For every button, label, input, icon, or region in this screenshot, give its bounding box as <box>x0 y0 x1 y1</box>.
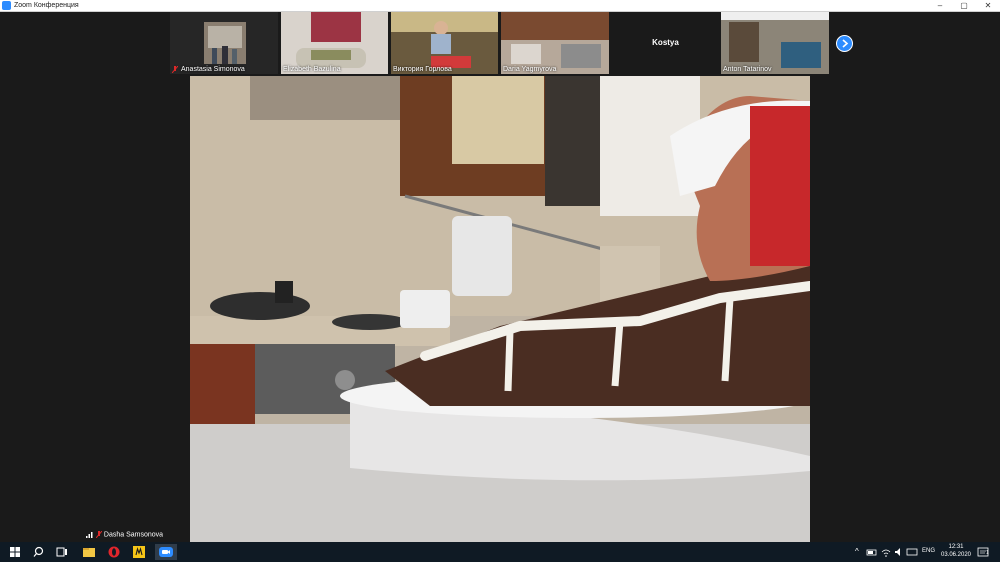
participant-tile-5[interactable]: Kostya <box>612 12 719 74</box>
participant-video-3 <box>391 12 498 74</box>
active-speaker-video <box>190 76 810 542</box>
participant-video-2 <box>281 12 388 74</box>
chevron-right-icon <box>842 39 849 48</box>
participant-name: Daria Yagmyrova <box>503 66 557 73</box>
clock-date[interactable]: 03.06.2020 <box>939 552 973 558</box>
participant-name: Elizabeth Bazulina <box>283 66 341 73</box>
participant-video-6 <box>721 12 829 74</box>
participant-video-1 <box>204 22 246 64</box>
clock-time[interactable]: 12:31 <box>945 544 967 550</box>
zoom-app-icon <box>2 1 11 10</box>
participant-name: Kostya <box>652 38 679 47</box>
search-icon[interactable] <box>29 544 47 560</box>
wifi-icon[interactable] <box>880 544 892 560</box>
next-page-button[interactable] <box>836 35 853 52</box>
zoom-icon[interactable] <box>155 544 177 560</box>
participant-strip: Anastasia Simonova Elizabeth Bazulina Ви… <box>170 12 830 76</box>
windows-taskbar: ^ ENG 12:31 03.06.2020 1 <box>0 542 1000 562</box>
kitchen-video-frame <box>190 76 810 542</box>
maximize-button[interactable]: ▢ <box>954 0 974 12</box>
minimize-button[interactable]: – <box>930 0 950 12</box>
opera-icon[interactable] <box>105 544 123 560</box>
participant-tile-3[interactable]: Виктория Горлова <box>391 12 498 74</box>
file-explorer-icon[interactable] <box>80 544 98 560</box>
participant-tile-4[interactable]: Daria Yagmyrova <box>501 12 609 74</box>
language-indicator[interactable]: ENG <box>922 548 935 554</box>
start-icon[interactable] <box>6 544 24 560</box>
participant-name: Виктория Горлова <box>393 66 452 73</box>
participant-tile-2[interactable]: Elizabeth Bazulina <box>281 12 388 74</box>
active-speaker-label: Dasha Samsonova <box>86 530 164 539</box>
task-view-icon[interactable] <box>53 544 71 560</box>
keyboard-icon[interactable] <box>906 544 918 560</box>
muted-mic-icon <box>172 66 178 73</box>
participant-video-4 <box>501 12 609 74</box>
participant-tile-1[interactable]: Anastasia Simonova <box>170 12 278 74</box>
window-title: Zoom Конференция <box>14 2 79 9</box>
active-speaker-name: Dasha Samsonova <box>103 531 164 539</box>
participant-name: Anastasia Simonova <box>181 66 245 73</box>
participant-name: Anton Tatarinov <box>723 66 772 73</box>
miro-icon[interactable] <box>130 544 148 560</box>
show-hidden-icons-button[interactable]: ^ <box>855 547 859 556</box>
window-titlebar: Zoom Конференция – ▢ ✕ <box>0 0 1000 12</box>
close-button[interactable]: ✕ <box>978 0 998 12</box>
muted-mic-icon <box>95 530 103 539</box>
volume-icon[interactable] <box>893 544 905 560</box>
battery-icon[interactable] <box>866 544 878 560</box>
notification-count: 1 <box>986 550 989 556</box>
signal-strength-icon <box>86 531 93 538</box>
participant-tile-6[interactable]: Anton Tatarinov <box>721 12 829 74</box>
